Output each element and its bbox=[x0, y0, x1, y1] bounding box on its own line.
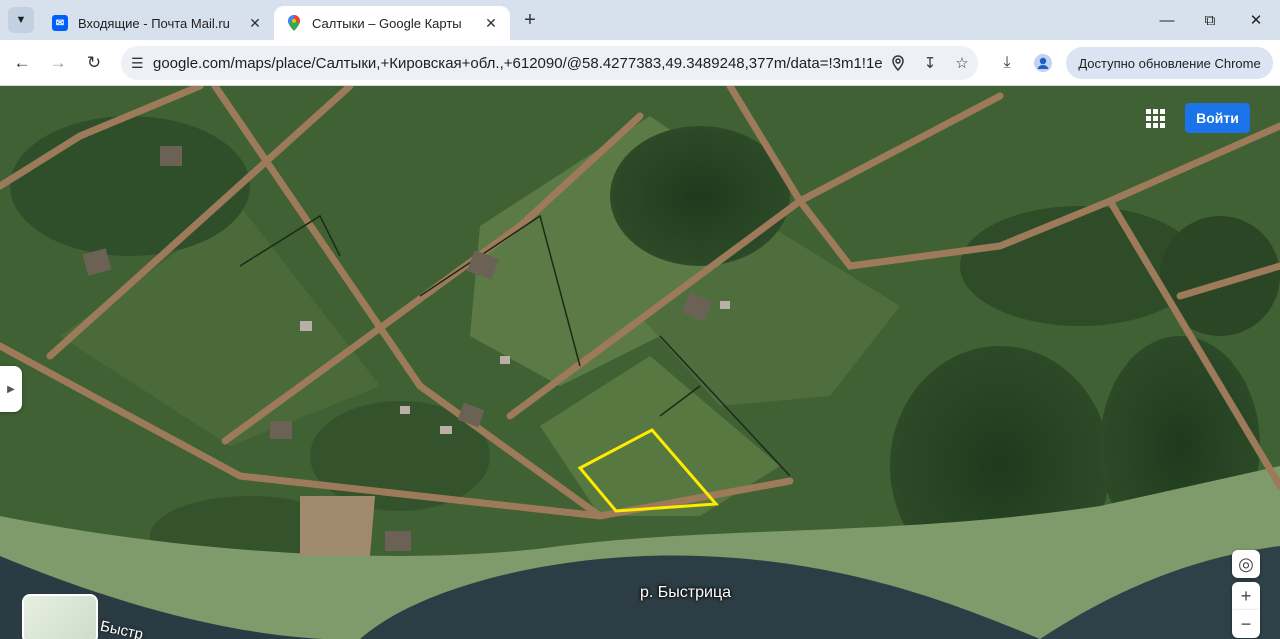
crosshair-icon: ◎ bbox=[1238, 553, 1254, 574]
reload-button[interactable]: ↻ bbox=[80, 49, 108, 77]
close-icon[interactable]: ✕ bbox=[246, 14, 264, 32]
forward-button[interactable]: → bbox=[44, 49, 72, 77]
profile-avatar-icon[interactable] bbox=[1031, 51, 1055, 75]
tab-search-button[interactable]: ▼ bbox=[8, 7, 34, 33]
satellite-map[interactable]: Войти ▶ р. Быстрица Быстр ◎ + − bbox=[0, 86, 1280, 639]
restore-icon[interactable]: ⧉ bbox=[1198, 8, 1222, 32]
site-info-icon[interactable]: ☰ bbox=[121, 55, 153, 72]
new-tab-button[interactable]: + bbox=[518, 8, 542, 32]
window-close-icon[interactable]: ✕ bbox=[1244, 8, 1268, 32]
location-pin-icon[interactable] bbox=[882, 55, 914, 71]
address-bar[interactable]: ☰ google.com/maps/place/Салтыки,+Кировск… bbox=[121, 46, 978, 80]
install-app-icon[interactable]: ↧ bbox=[914, 54, 946, 72]
tab-maps[interactable]: Салтыки – Google Карты ✕ bbox=[274, 6, 510, 40]
tab-title: Входящие - Почта Mail.ru bbox=[78, 15, 230, 31]
mail-icon: ✉ bbox=[52, 15, 68, 31]
download-icon[interactable]: ⤓ bbox=[995, 51, 1019, 75]
close-icon[interactable]: ✕ bbox=[482, 14, 500, 32]
tab-title: Салтыки – Google Карты bbox=[312, 15, 462, 31]
url-text[interactable]: google.com/maps/place/Салтыки,+Кировская… bbox=[153, 55, 882, 72]
chevron-down-icon: ▼ bbox=[15, 14, 27, 26]
minimize-icon[interactable]: — bbox=[1155, 8, 1179, 32]
tab-strip: ▼ ✉ Входящие - Почта Mail.ru ✕ Салтыки –… bbox=[0, 0, 1280, 40]
river-label: р. Быстрица bbox=[640, 584, 732, 601]
zoom-out-button[interactable]: − bbox=[1232, 610, 1260, 638]
my-location-button[interactable]: ◎ bbox=[1232, 550, 1260, 578]
tab-mail[interactable]: ✉ Входящие - Почта Mail.ru ✕ bbox=[40, 6, 274, 40]
map-imagery bbox=[0, 86, 1280, 639]
browser-toolbar: ← → ↻ ☰ google.com/maps/place/Салтыки,+К… bbox=[0, 40, 1280, 86]
google-apps-icon[interactable] bbox=[1143, 106, 1167, 130]
back-button[interactable]: ← bbox=[8, 49, 36, 77]
bookmark-star-icon[interactable]: ☆ bbox=[946, 54, 978, 72]
layers-switcher[interactable] bbox=[22, 594, 98, 639]
zoom-in-button[interactable]: + bbox=[1232, 582, 1260, 610]
signin-button[interactable]: Войти bbox=[1185, 103, 1250, 133]
chevron-right-icon: ▶ bbox=[7, 383, 15, 395]
expand-panel-button[interactable]: ▶ bbox=[0, 366, 22, 412]
chrome-update-button[interactable]: Доступно обновление Chrome bbox=[1066, 47, 1273, 79]
maps-pin-icon bbox=[286, 15, 302, 31]
